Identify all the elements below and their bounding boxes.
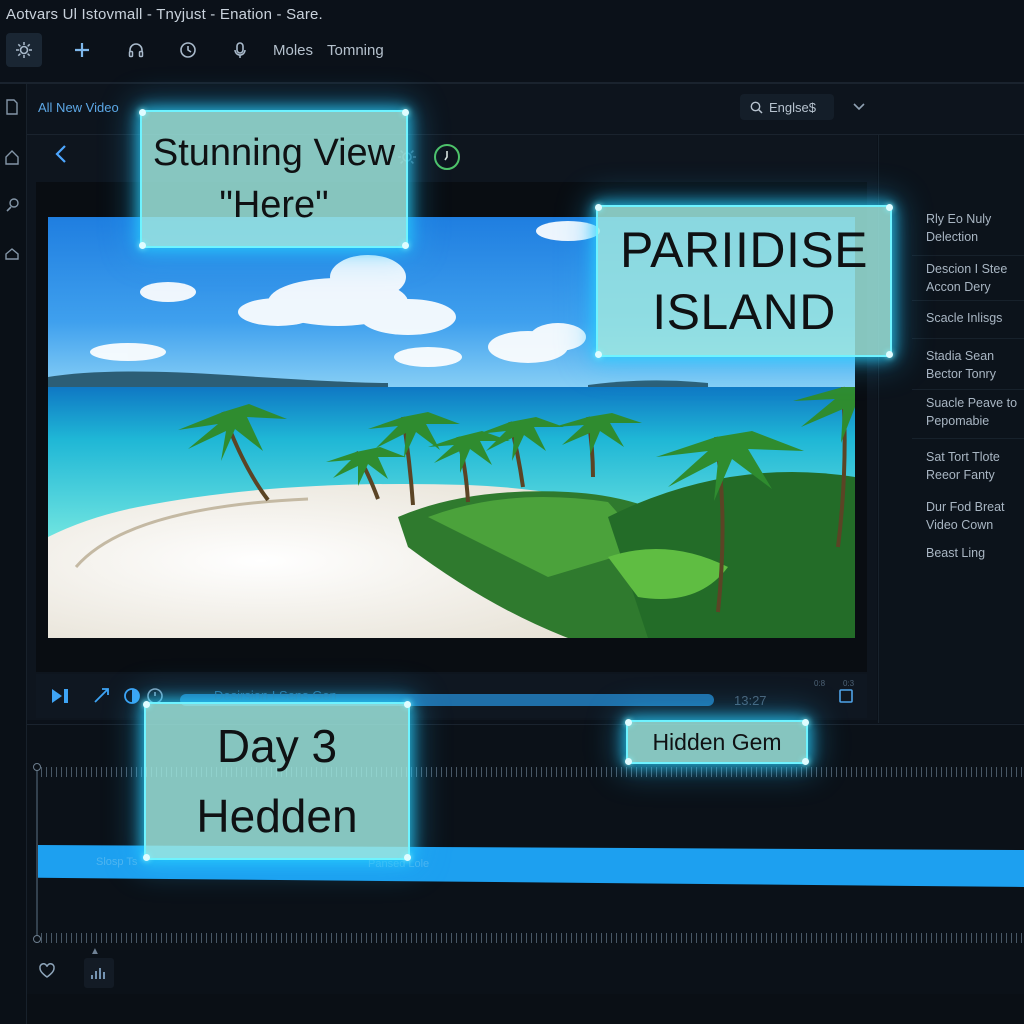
- trim-button[interactable]: [90, 684, 114, 708]
- timer-icon: [180, 42, 196, 58]
- add-button[interactable]: [64, 33, 100, 67]
- home-icon[interactable]: [0, 146, 24, 168]
- search-icon: [750, 101, 763, 114]
- playhead-handle[interactable]: [33, 935, 41, 943]
- fullscreen-icon: [839, 689, 853, 703]
- panel-divider: [912, 338, 1024, 339]
- panel-item[interactable]: Dur Fod Breat Video Cown: [926, 498, 1022, 534]
- caption-text: PARIIDISE ISLAND: [619, 222, 869, 340]
- menu-tomning[interactable]: Tomning: [327, 42, 384, 59]
- caption-text: Day 3 Hedden: [196, 720, 358, 842]
- waveform-button[interactable]: [84, 958, 114, 988]
- window-title: Aotvars Ul Istovmall - Tnyjust - Enation…: [6, 6, 323, 23]
- caption-paradise-island[interactable]: PARIIDISE ISLAND: [595, 204, 893, 358]
- heart-icon[interactable]: [38, 962, 58, 982]
- panel-divider: [912, 389, 1024, 390]
- caret-up-icon: ▲: [90, 946, 100, 957]
- contrast-icon: [124, 688, 140, 704]
- panel-item[interactable]: Beast Ling: [926, 544, 1022, 562]
- headphones-icon: [128, 43, 144, 58]
- language-label: Englse$: [769, 99, 816, 115]
- timer-button[interactable]: [170, 33, 206, 67]
- back-arrow-icon[interactable]: [54, 143, 78, 169]
- panel-divider: [912, 300, 1024, 301]
- caption-stunning-view[interactable]: Stunning View "Here": [139, 109, 409, 249]
- bottom-bar: [27, 994, 1024, 1024]
- panel-divider: [912, 438, 1024, 439]
- panel-item[interactable]: Descion I Stee Accon Dery: [926, 260, 1022, 296]
- seek-label: Desirsion I Sens Gen: [214, 688, 337, 703]
- play-button[interactable]: [50, 684, 74, 708]
- chevron-down-icon[interactable]: [848, 96, 870, 118]
- fullscreen-button[interactable]: [834, 684, 858, 708]
- brush-icon[interactable]: [0, 194, 24, 216]
- page-icon[interactable]: [0, 96, 24, 118]
- panel-item[interactable]: Sat Tort Tlote Reeor Fanty: [926, 448, 1022, 484]
- caption-text: Hidden Gem: [652, 728, 782, 755]
- panel-divider: [912, 255, 1024, 256]
- timecode: 13:27: [734, 693, 767, 708]
- trim-icon: [94, 688, 109, 703]
- panel-item[interactable]: Stadia Sean Bector Tonry: [926, 347, 1022, 383]
- timeline-ruler: [36, 933, 1024, 943]
- waveform-icon: [91, 968, 105, 979]
- microphone-icon: [234, 42, 246, 58]
- record-button[interactable]: [222, 33, 258, 67]
- menu-moles[interactable]: Moles: [273, 42, 313, 59]
- contrast-button[interactable]: [120, 684, 144, 708]
- caption-text: Stunning View "Here": [152, 132, 396, 226]
- playhead-handle[interactable]: [33, 763, 41, 771]
- library-icon[interactable]: [0, 242, 24, 264]
- play-icon: [52, 689, 68, 703]
- playhead[interactable]: [36, 766, 38, 942]
- audio-button[interactable]: [118, 33, 154, 67]
- add-icon: [75, 43, 89, 57]
- clip-label: Slosp Ts: [96, 856, 138, 868]
- project-title: All New Video: [38, 100, 119, 115]
- panel-item[interactable]: Suacle Peave to Pepomabie: [926, 394, 1022, 430]
- panel-item[interactable]: Rly Eo Nuly Delection: [926, 210, 1022, 246]
- effects-button[interactable]: [6, 33, 42, 67]
- effects-icon: [16, 42, 32, 58]
- clock-icon[interactable]: [432, 142, 462, 172]
- caption-hidden-gem[interactable]: Hidden Gem: [625, 719, 809, 765]
- caption-day-3[interactable]: Day 3 Hedden: [143, 701, 411, 861]
- language-selector[interactable]: Englse$: [740, 94, 834, 120]
- left-rail: [0, 84, 27, 1024]
- panel-item[interactable]: Scacle Inlisgs: [926, 309, 1022, 327]
- tiny-marker-a: 0:8: [814, 679, 826, 688]
